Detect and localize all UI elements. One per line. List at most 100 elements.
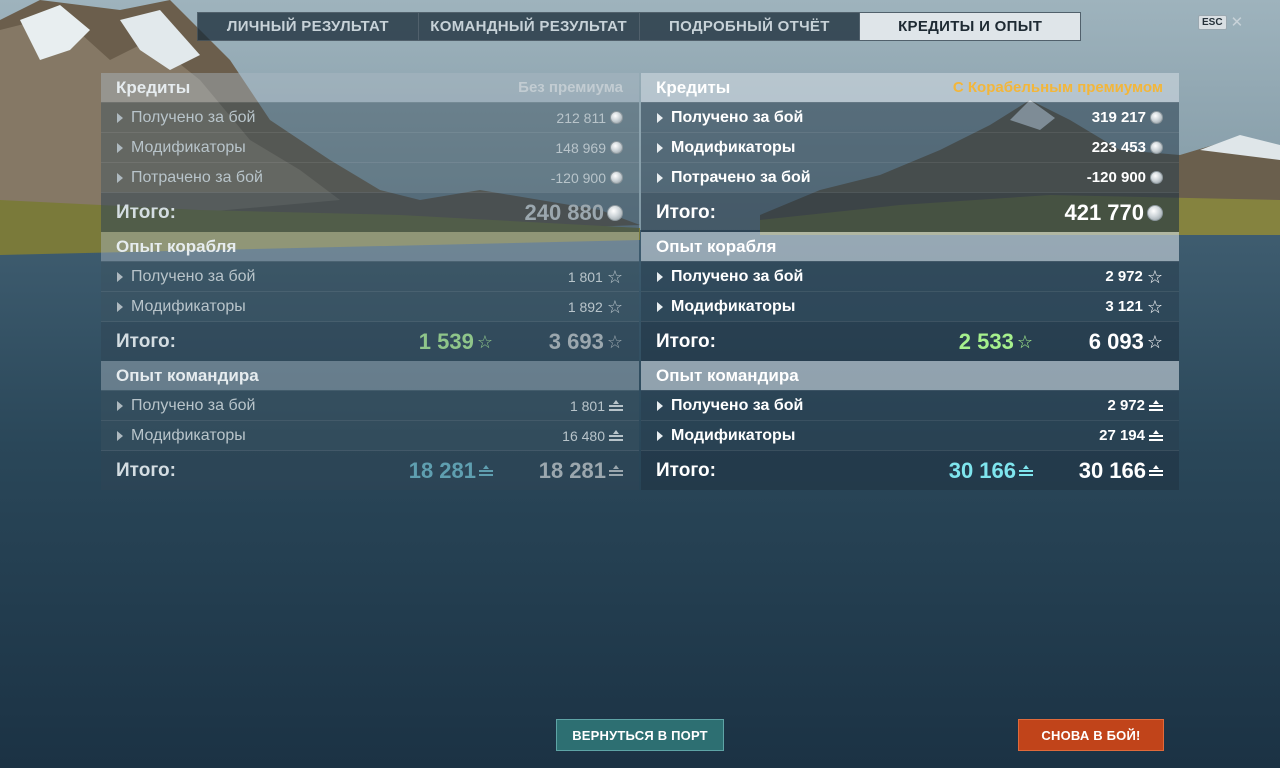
expand-arrow-icon bbox=[117, 400, 123, 411]
expand-arrow-icon bbox=[657, 112, 663, 123]
result-tabs: ЛИЧНЫЙ РЕЗУЛЬТАТ КОМАНДНЫЙ РЕЗУЛЬТАТ ПОД… bbox=[197, 12, 1081, 41]
total-value: 421 770 bbox=[1033, 200, 1163, 226]
section-header: Опыт командира bbox=[641, 361, 1179, 390]
row-label: Модификаторы bbox=[131, 138, 246, 156]
total-value: 6 093 ☆ bbox=[1033, 329, 1163, 355]
commander-xp-total: Итого: 30 166 30 166 bbox=[641, 450, 1179, 490]
credits-row-earned[interactable]: Получено за бой 319 217 bbox=[641, 102, 1179, 132]
section-header: Кредиты Без премиума bbox=[101, 73, 639, 102]
close-button[interactable]: ESC ✕ bbox=[1198, 15, 1243, 30]
commander-xp-row-modifiers[interactable]: Модификаторы 16 480 bbox=[101, 420, 639, 450]
free-xp-total: 2 533 ☆ bbox=[913, 329, 1033, 355]
commander-xp-icon bbox=[1019, 464, 1033, 477]
free-xp-number: 1 539 bbox=[418, 328, 474, 354]
commander-xp-icon bbox=[1149, 399, 1163, 412]
total-value: 18 281 bbox=[493, 458, 623, 484]
commander-xp-row-modifiers[interactable]: Модификаторы 27 194 bbox=[641, 420, 1179, 450]
silver-coin-icon bbox=[1147, 204, 1163, 221]
commander-xp-row-earned[interactable]: Получено за бой 2 972 bbox=[641, 390, 1179, 420]
total-label: Итого: bbox=[656, 330, 716, 352]
expand-arrow-icon bbox=[657, 301, 663, 312]
row-label: Модификаторы bbox=[671, 426, 796, 444]
commander-xp-icon bbox=[609, 399, 623, 412]
return-to-port-button[interactable]: ВЕРНУТЬСЯ В ПОРТ bbox=[556, 719, 724, 751]
expand-arrow-icon bbox=[117, 271, 123, 282]
tab-personal-result[interactable]: ЛИЧНЫЙ РЕЗУЛЬТАТ bbox=[198, 13, 419, 40]
expand-arrow-icon bbox=[117, 301, 123, 312]
no-premium-column: Кредиты Без премиума Получено за бой 212… bbox=[101, 73, 639, 490]
total-value: 30 166 bbox=[1033, 458, 1163, 484]
close-icon: ✕ bbox=[1230, 14, 1244, 31]
credits-section: Кредиты Без премиума Получено за бой 212… bbox=[101, 73, 639, 232]
credits-row-modifiers[interactable]: Модификаторы 148 969 bbox=[101, 132, 639, 162]
credits-total: Итого: 240 880 bbox=[101, 192, 639, 232]
expand-arrow-icon bbox=[657, 271, 663, 282]
silver-coin-icon bbox=[610, 111, 623, 124]
row-value: 2 972 bbox=[1107, 397, 1145, 414]
silver-coin-icon bbox=[610, 141, 623, 154]
total-number: 6 093 bbox=[1088, 328, 1144, 354]
ship-xp-row-modifiers[interactable]: Модификаторы 3 121 ☆ bbox=[641, 291, 1179, 321]
section-title: Опыт корабля bbox=[116, 236, 237, 256]
free-xp-number: 30 166 bbox=[948, 457, 1016, 483]
tab-detailed-report[interactable]: ПОДРОБНЫЙ ОТЧЁТ bbox=[640, 13, 861, 40]
row-value: 1 892 bbox=[567, 298, 603, 315]
ship-xp-total: Итого: 1 539 ☆ 3 693 ☆ bbox=[101, 321, 639, 361]
row-label: Потрачено за бой bbox=[671, 168, 811, 186]
section-header: Кредиты С Корабельным премиумом bbox=[641, 73, 1179, 102]
total-value: 240 880 bbox=[493, 200, 623, 226]
free-xp-total: 1 539 ☆ bbox=[373, 329, 493, 355]
row-label: Модификаторы bbox=[671, 138, 796, 156]
expand-arrow-icon bbox=[117, 172, 123, 183]
total-label: Итого: bbox=[116, 330, 176, 352]
expand-arrow-icon bbox=[117, 142, 123, 153]
section-title: Опыт командира bbox=[116, 365, 259, 385]
free-commander-xp-total: 18 281 bbox=[373, 458, 493, 484]
star-icon: ☆ bbox=[1146, 331, 1163, 352]
credits-total: Итого: 421 770 bbox=[641, 192, 1179, 232]
expand-arrow-icon bbox=[117, 430, 123, 441]
expand-arrow-icon bbox=[657, 430, 663, 441]
tab-credits-and-xp[interactable]: КРЕДИТЫ И ОПЫТ bbox=[860, 13, 1080, 40]
credits-row-spent[interactable]: Потрачено за бой -120 900 bbox=[641, 162, 1179, 192]
row-value: 27 194 bbox=[1099, 427, 1145, 444]
commander-xp-total: Итого: 18 281 18 281 bbox=[101, 450, 639, 490]
expand-arrow-icon bbox=[657, 172, 663, 183]
total-number: 30 166 bbox=[1078, 457, 1146, 483]
battle-again-button[interactable]: СНОВА В БОЙ! bbox=[1018, 719, 1164, 751]
row-label: Получено за бой bbox=[671, 396, 804, 414]
section-title: Кредиты bbox=[116, 77, 191, 97]
total-value: 3 693 ☆ bbox=[493, 329, 623, 355]
section-subtitle: С Корабельным премиумом bbox=[952, 79, 1163, 96]
credits-row-spent[interactable]: Потрачено за бой -120 900 bbox=[101, 162, 639, 192]
commander-xp-icon bbox=[479, 464, 493, 477]
expand-arrow-icon bbox=[117, 112, 123, 123]
commander-xp-icon bbox=[1149, 464, 1163, 477]
total-label: Итого: bbox=[656, 201, 716, 223]
row-value: -120 900 bbox=[550, 169, 606, 186]
star-icon: ☆ bbox=[1016, 331, 1033, 352]
ship-xp-row-earned[interactable]: Получено за бой 1 801 ☆ bbox=[101, 261, 639, 291]
credits-row-earned[interactable]: Получено за бой 212 811 bbox=[101, 102, 639, 132]
star-icon: ☆ bbox=[606, 331, 623, 352]
star-icon: ☆ bbox=[606, 296, 623, 317]
ship-xp-row-modifiers[interactable]: Модификаторы 1 892 ☆ bbox=[101, 291, 639, 321]
ship-xp-section: Опыт корабля Получено за бой 2 972 ☆ Моди… bbox=[641, 232, 1179, 361]
row-value: 16 480 bbox=[562, 427, 605, 444]
row-value: 212 811 bbox=[556, 109, 606, 126]
silver-coin-icon bbox=[1150, 171, 1163, 184]
star-icon: ☆ bbox=[1146, 266, 1163, 287]
esc-key-icon: ESC bbox=[1198, 15, 1227, 30]
commander-xp-icon bbox=[1149, 429, 1163, 442]
ship-xp-row-earned[interactable]: Получено за бой 2 972 ☆ bbox=[641, 261, 1179, 291]
silver-coin-icon bbox=[607, 204, 623, 221]
credits-row-modifiers[interactable]: Модификаторы 223 453 bbox=[641, 132, 1179, 162]
row-label: Получено за бой bbox=[131, 396, 256, 414]
row-label: Модификаторы bbox=[131, 426, 246, 444]
total-label: Итого: bbox=[656, 459, 716, 481]
tab-team-result[interactable]: КОМАНДНЫЙ РЕЗУЛЬТАТ bbox=[419, 13, 640, 40]
row-value: 3 121 bbox=[1105, 298, 1143, 315]
commander-xp-row-earned[interactable]: Получено за бой 1 801 bbox=[101, 390, 639, 420]
expand-arrow-icon bbox=[657, 142, 663, 153]
premium-column: Кредиты С Корабельным премиумом Получено… bbox=[641, 73, 1179, 490]
